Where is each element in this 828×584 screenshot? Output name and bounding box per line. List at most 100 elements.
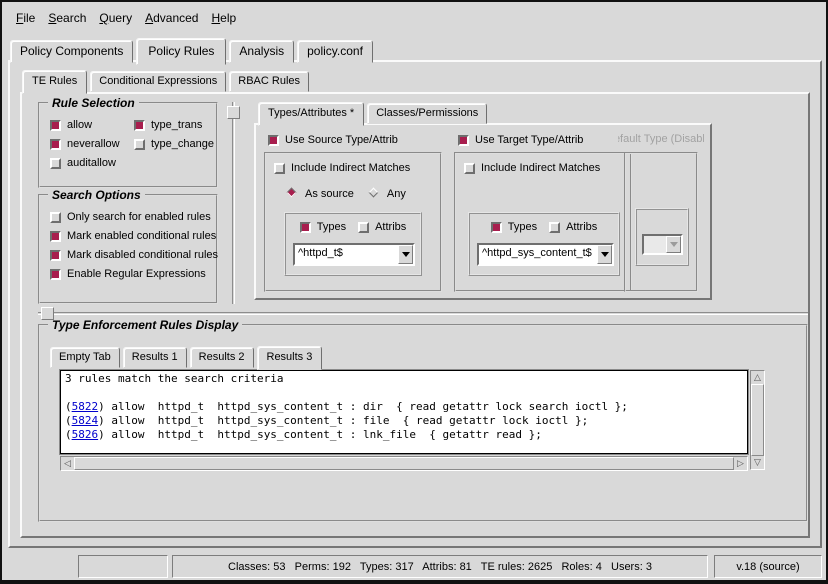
combobox-dropdown-button <box>666 236 681 253</box>
use-target-type-checkbox[interactable]: Use Target Type/Attrib <box>458 134 583 146</box>
rule-checkbox-type-trans[interactable]: type_trans <box>134 119 216 131</box>
chevron-down-icon <box>402 252 410 257</box>
menu-search[interactable]: Search <box>48 11 86 25</box>
checkbox-indicator[interactable] <box>300 222 311 233</box>
checkbox-indicator[interactable] <box>50 212 61 223</box>
combobox-value <box>644 236 666 253</box>
rule-checkbox-auditallow[interactable]: auditallow <box>50 157 134 169</box>
target-types-attribs-row: Types Attribs <box>470 214 618 233</box>
checkbox-indicator[interactable] <box>268 135 279 146</box>
target-type-frame: Include Indirect Matches Types Attribs ^… <box>454 152 632 292</box>
checkbox-label: Mark enabled conditional rules <box>67 230 216 242</box>
scrollbar-thumb[interactable] <box>74 457 734 470</box>
vertical-sash[interactable] <box>232 102 235 304</box>
horizontal-sash[interactable] <box>38 312 808 315</box>
results-tab-results-2[interactable]: Results 2 <box>190 347 254 368</box>
scrollbar-thumb[interactable] <box>751 384 764 456</box>
scroll-up-icon[interactable]: △ <box>751 371 764 384</box>
menu-query[interactable]: Query <box>99 11 132 25</box>
checkbox-label: auditallow <box>67 157 116 169</box>
source-radio-group: As source Any <box>286 187 406 200</box>
default-type-frame <box>624 152 698 292</box>
result-line: 3 rules match the search criteria <box>65 372 743 386</box>
target-types-checkbox[interactable]: Types <box>491 221 537 233</box>
radio-any[interactable]: Any <box>368 187 406 200</box>
combobox-dropdown-button[interactable] <box>398 245 413 264</box>
menu-advanced[interactable]: Advanced <box>145 11 198 25</box>
rule-checkbox-type-change[interactable]: type_change <box>134 138 216 150</box>
main-tab-policy-rules[interactable]: Policy Rules <box>136 38 226 65</box>
checkbox-label: type_change <box>151 138 214 150</box>
source-include-indirect-checkbox[interactable]: Include Indirect Matches <box>274 162 410 174</box>
results-tab-results-3[interactable]: Results 3 <box>257 346 323 370</box>
checkbox-label: Use Source Type/Attrib <box>285 134 398 146</box>
results-tab-empty-tab[interactable]: Empty Tab <box>50 347 120 368</box>
search-checkbox-only-search-for-enabled-rules[interactable]: Only search for enabled rules <box>50 211 216 223</box>
checkbox-indicator[interactable] <box>50 139 61 150</box>
search-checkbox-mark-enabled-conditional-rules[interactable]: Mark enabled conditional rules <box>50 230 216 242</box>
checkbox-indicator[interactable] <box>50 231 61 242</box>
checkbox-label: Only search for enabled rules <box>67 211 211 223</box>
main-tab-policy-conf[interactable]: policy.conf <box>297 40 373 63</box>
rule-id-link[interactable]: 5826 <box>72 428 99 441</box>
rule-id-link[interactable]: 5824 <box>72 414 99 427</box>
ta-tab-types-attributes[interactable]: Types/Attributes * <box>258 102 364 126</box>
combobox-value[interactable]: ^httpd_sys_content_t$ <box>479 245 597 264</box>
results-horizontal-scrollbar[interactable]: ◁ ▷ <box>60 456 748 471</box>
results-tab-results-1[interactable]: Results 1 <box>123 347 187 368</box>
rules-tab-rbac-rules[interactable]: RBAC Rules <box>229 71 309 92</box>
checkbox-indicator[interactable] <box>458 135 469 146</box>
vertical-sash-handle[interactable] <box>227 106 240 119</box>
rule-id-link[interactable]: 5822 <box>72 400 99 413</box>
types-attributes-tabs: Types/Attributes *Classes/Permissions <box>258 102 490 124</box>
radio-as-source[interactable]: As source <box>286 187 354 200</box>
menu-help[interactable]: Help <box>211 11 236 25</box>
checkbox-label: type_trans <box>151 119 202 131</box>
source-types-checkbox[interactable]: Types <box>300 221 346 233</box>
scroll-right-icon[interactable]: ▷ <box>734 457 747 470</box>
checkbox-indicator[interactable] <box>134 139 145 150</box>
checkbox-indicator[interactable] <box>464 163 475 174</box>
checkbox-label: Mark disabled conditional rules <box>67 249 218 261</box>
rule-checkbox-neverallow[interactable]: neverallow <box>50 138 134 150</box>
results-text-area[interactable]: 3 rules match the search criteria (5822)… <box>60 370 748 454</box>
search-checkbox-mark-disabled-conditional-rules[interactable]: Mark disabled conditional rules <box>50 249 216 261</box>
chevron-down-icon <box>601 252 609 257</box>
source-type-combobox[interactable]: ^httpd_t$ <box>293 243 415 266</box>
target-include-indirect-checkbox[interactable]: Include Indirect Matches <box>464 162 600 174</box>
rules-tab-conditional-expressions[interactable]: Conditional Expressions <box>90 71 226 92</box>
target-attribs-checkbox[interactable]: Attribs <box>549 221 597 233</box>
checkbox-indicator[interactable] <box>549 222 560 233</box>
checkbox-indicator[interactable] <box>491 222 502 233</box>
results-vertical-scrollbar[interactable]: △ ▽ <box>750 370 765 470</box>
checkbox-indicator[interactable] <box>50 158 61 169</box>
combobox-value[interactable]: ^httpd_t$ <box>295 245 398 264</box>
horizontal-sash-handle[interactable] <box>41 307 54 320</box>
scroll-left-icon[interactable]: ◁ <box>61 457 74 470</box>
rule-checkbox-allow[interactable]: allow <box>50 119 134 131</box>
menu-bar: File Search Query Advanced Help <box>2 2 826 32</box>
group-title: Search Options <box>48 188 145 202</box>
radio-indicator[interactable] <box>368 187 381 200</box>
checkbox-indicator[interactable] <box>50 120 61 131</box>
scroll-down-icon[interactable]: ▽ <box>751 456 764 469</box>
target-type-combobox[interactable]: ^httpd_sys_content_t$ <box>477 243 614 266</box>
ta-tab-classes-permissions[interactable]: Classes/Permissions <box>367 103 487 124</box>
checkbox-indicator[interactable] <box>358 222 369 233</box>
source-attribs-checkbox[interactable]: Attribs <box>358 221 406 233</box>
combobox-dropdown-button[interactable] <box>597 245 612 264</box>
checkbox-indicator[interactable] <box>50 250 61 261</box>
radio-indicator[interactable] <box>286 187 299 200</box>
main-tab-policy-components[interactable]: Policy Components <box>10 40 133 63</box>
checkbox-indicator[interactable] <box>274 163 285 174</box>
group-title: Type Enforcement Rules Display <box>48 318 242 332</box>
checkbox-label: Attribs <box>566 221 597 233</box>
main-tab-analysis[interactable]: Analysis <box>229 40 294 63</box>
rules-tab-te-rules[interactable]: TE Rules <box>22 70 87 94</box>
checkbox-indicator[interactable] <box>134 120 145 131</box>
search-checkbox-enable-regular-expressions[interactable]: Enable Regular Expressions <box>50 268 216 280</box>
use-source-type-checkbox[interactable]: Use Source Type/Attrib <box>268 134 398 146</box>
checkbox-indicator[interactable] <box>50 269 61 280</box>
status-left-panel <box>78 555 168 578</box>
menu-file[interactable]: File <box>16 11 35 25</box>
